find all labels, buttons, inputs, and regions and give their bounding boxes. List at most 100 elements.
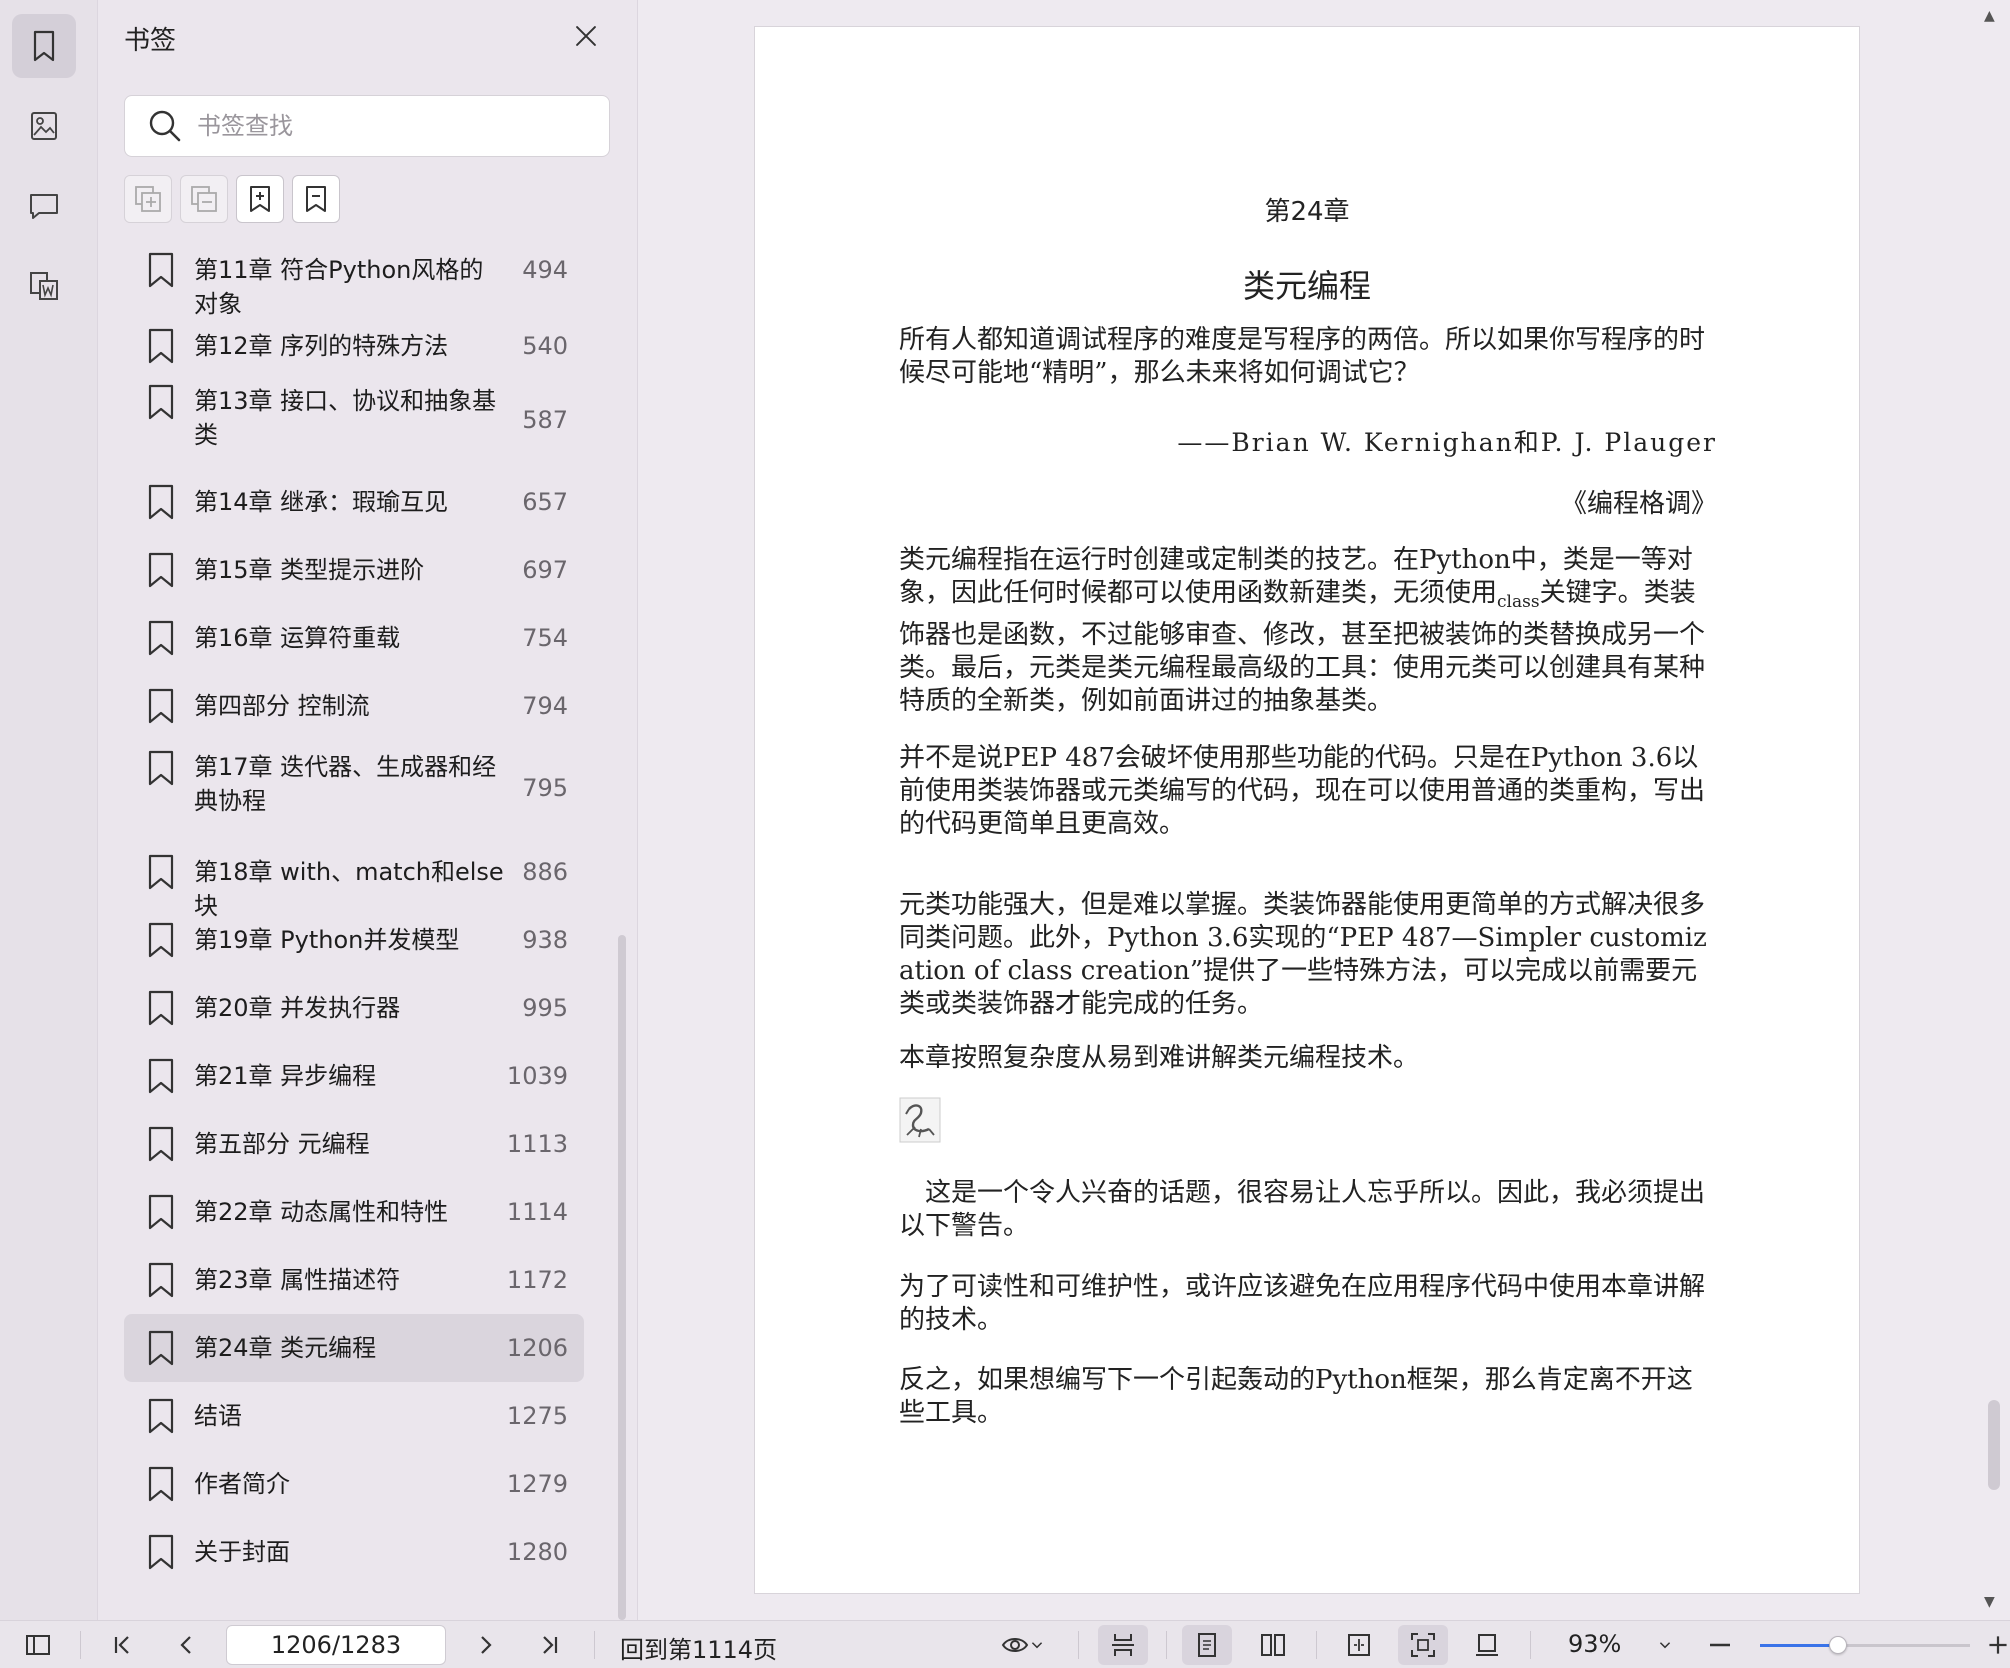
zoom-slider-fill	[1760, 1644, 1838, 1647]
paragraph-5: 为了可读性和可维护性，或许应该避免在应用程序代码中使用本章讲解的技术。	[899, 1272, 1706, 1335]
bookmark-search-input[interactable]	[197, 112, 577, 140]
eye-icon	[1001, 1638, 1029, 1652]
bookmark-icon	[148, 328, 174, 364]
close-panel-button[interactable]	[570, 20, 602, 52]
add-bookmark-button[interactable]	[236, 175, 284, 223]
first-page-icon	[114, 1636, 129, 1654]
fit-width-button[interactable]	[1334, 1625, 1384, 1665]
collapse-all-icon	[191, 186, 217, 212]
previous-page-button[interactable]	[166, 1625, 206, 1665]
bookmark-icon	[148, 750, 174, 786]
bookmark-item[interactable]: 结语 1275	[124, 1382, 584, 1450]
bookmark-item[interactable]: 第16章 运算符重载 754	[124, 604, 584, 672]
bookmark-title: 第16章 运算符重载	[194, 624, 401, 652]
page-number-input[interactable]	[226, 1625, 446, 1665]
search-icon	[149, 110, 181, 142]
bookmark-search-box[interactable]	[124, 95, 610, 157]
inline-code-class: class	[1497, 592, 1540, 613]
bookmark-list: 第11章 符合Python风格的对象 494 第12章 序列的特殊方法 540 第13章…	[98, 242, 618, 1620]
document-scrollbar[interactable]	[1988, 1400, 2000, 1490]
warning-text: 这是一个令人兴奋的话题，很容易让人忘乎所以。因此，我必须提出以下警告。	[899, 1178, 1706, 1241]
bookmark-title: 第22章 动态属性和特性	[194, 1198, 449, 1226]
bookmark-title: 作者简介	[194, 1470, 290, 1498]
continuous-scroll-button[interactable]	[1098, 1625, 1148, 1665]
bookmark-item[interactable]: 第五部分 元编程 1113	[124, 1110, 584, 1178]
toggle-sidebar-button[interactable]	[18, 1625, 58, 1665]
bookmark-item[interactable]: 第11章 符合Python风格的对象 494	[124, 242, 584, 318]
bookmark-item[interactable]: 第22章 动态属性和特性 1114	[124, 1178, 584, 1246]
bookmark-page-number: 754	[522, 624, 568, 652]
double-page-button[interactable]	[1248, 1625, 1298, 1665]
epigraph-source: 《编程格调》	[1560, 489, 1717, 519]
bookmark-title: 关于封面	[194, 1538, 290, 1566]
back-to-page-link[interactable]: 回到第1114页	[620, 1630, 777, 1665]
bookmark-title: 第四部分 控制流	[194, 692, 370, 720]
expand-all-icon	[135, 186, 161, 212]
bookmark-title: 第17章 迭代器、生成器和经典协程	[194, 753, 497, 815]
panel-title: 书签	[124, 26, 177, 56]
document-viewport[interactable]: ▲ 第24章 类元编程 所有人都知道调试程序的难度是写程序的两倍。所以如果你写程…	[638, 0, 2010, 1620]
bookmark-title: 第15章 类型提示进阶	[194, 556, 425, 584]
zoom-out-button[interactable]	[1700, 1625, 1740, 1665]
bookmark-item[interactable]: 第23章 属性描述符 1172	[124, 1246, 584, 1314]
bookmark-item[interactable]: 第12章 序列的特殊方法 540	[124, 312, 584, 380]
bookmark-icon	[148, 688, 174, 724]
collapse-all-button[interactable]	[180, 175, 228, 223]
bookmark-page-number: 587	[522, 406, 568, 434]
bookmark-title: 第23章 属性描述符	[194, 1266, 401, 1294]
zoom-slider-knob[interactable]	[1828, 1636, 1847, 1654]
bookmark-icon	[148, 1466, 174, 1502]
bookmark-item[interactable]: 第四部分 控制流 794	[124, 672, 584, 740]
last-page-button[interactable]	[530, 1625, 570, 1665]
bookmark-title: 第14章 继承：瑕瑜互见	[194, 488, 449, 516]
reading-mode-button[interactable]	[990, 1625, 1056, 1665]
sidebar-toggle-icon	[26, 1635, 50, 1655]
bookmark-panel: 书签 第11章 符合Python风格的对象494第12章 序列的特殊方法540第…	[98, 0, 638, 1620]
single-page-icon	[1198, 1633, 1216, 1657]
bookmark-title: 第24章 类元编程	[194, 1334, 377, 1362]
scroll-down-arrow[interactable]: ▼	[1984, 1594, 1995, 1610]
zoom-level-text: 93%	[1568, 1630, 1622, 1658]
expand-all-button[interactable]	[124, 175, 172, 223]
bookmark-item[interactable]: 关于封面 1280	[124, 1518, 584, 1586]
bookmark-panel-icon[interactable]	[12, 14, 76, 78]
bookmark-title: 第五部分 元编程	[194, 1130, 370, 1158]
comment-icon[interactable]	[12, 174, 76, 238]
convert-word-icon[interactable]	[12, 254, 76, 318]
bookmark-item[interactable]: 第17章 迭代器、生成器和经典协程 795	[124, 738, 584, 838]
bookmark-item[interactable]: 作者简介 1279	[124, 1450, 584, 1518]
bookmark-title: 结语	[194, 1402, 242, 1430]
bookmark-item[interactable]: 第21章 异步编程 1039	[124, 1042, 584, 1110]
remove-bookmark-button[interactable]	[292, 175, 340, 223]
bookmark-title: 第11章 符合Python风格的对象	[194, 256, 484, 318]
bookmark-item[interactable]: 第18章 with、match和else块 886	[124, 838, 584, 920]
thumbnail-icon[interactable]	[12, 94, 76, 158]
chevron-down-icon	[1659, 1642, 1671, 1649]
bookmark-item[interactable]: 第13章 接口、协议和抽象基类 587	[124, 372, 584, 468]
bookmark-page-number: 494	[522, 256, 568, 284]
bookmark-title: 第20章 并发执行器	[194, 994, 401, 1022]
zoom-in-button[interactable]	[1986, 1625, 2010, 1665]
bookmark-item[interactable]: 第19章 Python并发模型 938	[124, 906, 584, 974]
first-page-button[interactable]	[102, 1625, 142, 1665]
fit-page-button[interactable]	[1398, 1625, 1448, 1665]
bookmark-page-number: 938	[522, 926, 568, 954]
next-page-button[interactable]	[466, 1625, 506, 1665]
rotate-page-button[interactable]	[1462, 1625, 1512, 1665]
bookmark-item[interactable]: 第20章 并发执行器 995	[124, 974, 584, 1042]
scorpion-warning-icon	[899, 1097, 941, 1143]
document-page: 第24章 类元编程 所有人都知道调试程序的难度是写程序的两倍。所以如果你写程序的…	[754, 26, 1860, 1594]
bookmark-item[interactable]: 第24章 类元编程 1206	[124, 1314, 584, 1382]
single-page-button[interactable]	[1182, 1625, 1232, 1665]
bookmark-page-number: 1113	[506, 1130, 568, 1158]
add-bookmark-icon	[250, 186, 270, 212]
panel-scrollbar[interactable]	[618, 935, 626, 1620]
scroll-up-arrow[interactable]: ▲	[1984, 8, 1995, 24]
zoom-dropdown-button[interactable]	[1650, 1625, 1680, 1665]
bookmark-item[interactable]: 第15章 类型提示进阶 697	[124, 536, 584, 604]
bookmark-page-number: 1114	[506, 1198, 568, 1226]
bookmark-icon	[148, 384, 174, 420]
remove-bookmark-icon	[306, 186, 326, 212]
bookmark-item[interactable]: 第14章 继承：瑕瑜互见 657	[124, 468, 584, 536]
zoom-slider[interactable]	[1760, 1636, 1970, 1654]
